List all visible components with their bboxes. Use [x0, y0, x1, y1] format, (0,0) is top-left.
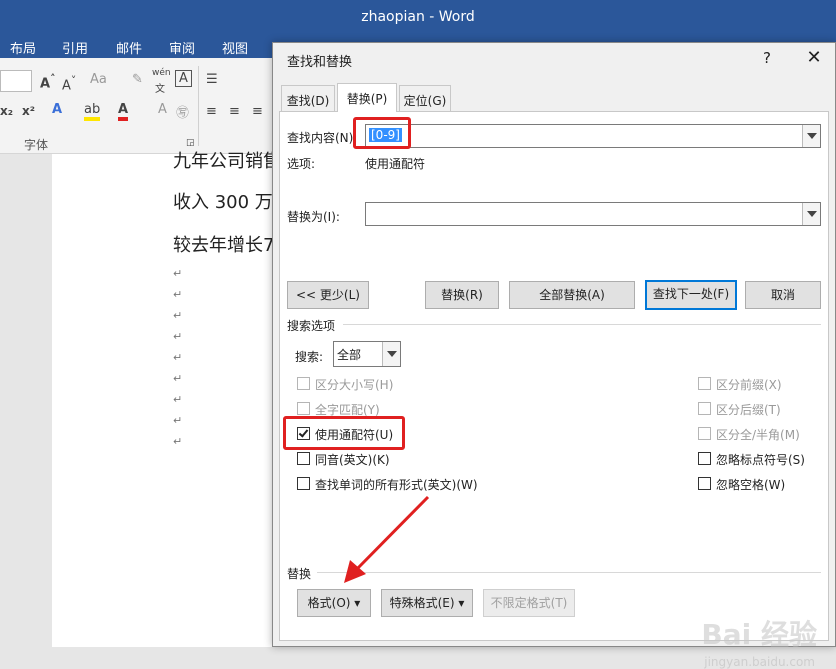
checkbox-box[interactable]: [297, 402, 310, 415]
align-right-icon[interactable]: ≡: [252, 104, 263, 119]
doc-line-2: 收入 300 万,: [173, 192, 279, 213]
paragraph-mark: ↵: [173, 330, 183, 343]
char-border-icon[interactable]: A: [175, 70, 192, 87]
checkbox-label: 区分后缀(T): [716, 403, 781, 417]
find-what-label: 查找内容(N):: [287, 131, 358, 145]
format-button[interactable]: 格式(O) ▾: [297, 589, 371, 617]
section-divider: [317, 572, 821, 573]
font-group-label: 字体: [24, 138, 49, 152]
shrink-font-icon[interactable]: A˅: [62, 74, 76, 93]
grow-font-icon[interactable]: A˄: [40, 72, 55, 91]
phonetic-guide-icon[interactable]: wén: [152, 68, 171, 78]
replace-button[interactable]: 替换(R): [425, 281, 499, 309]
ribbon-tab-layout[interactable]: 布局: [10, 38, 36, 57]
checkbox-label: 区分大小写(H): [315, 378, 394, 392]
paragraph-mark: ↵: [173, 267, 183, 280]
section-divider: [343, 324, 821, 325]
checkbox-box[interactable]: [297, 377, 310, 390]
text-effects-icon[interactable]: A: [52, 102, 62, 117]
ribbon-tab-view[interactable]: 视图: [222, 38, 248, 57]
checkbox-box[interactable]: [698, 402, 711, 415]
char-shading-icon[interactable]: A: [158, 102, 167, 117]
replace-section-label: 替换: [287, 567, 312, 581]
replace-all-button[interactable]: 全部替换(A): [509, 281, 635, 309]
paragraph-mark: ↵: [173, 393, 183, 406]
paragraph-mark: ↵: [173, 288, 183, 301]
checkbox-label: 区分前缀(X): [716, 378, 782, 392]
chevron-down-icon: [387, 351, 397, 357]
checkbox-box[interactable]: [698, 427, 711, 440]
annotation-highlight-box: [353, 117, 411, 149]
checkbox-label: 查找单词的所有形式(英文)(W): [315, 478, 478, 492]
checkbox-box[interactable]: [698, 452, 711, 465]
paragraph-mark: ↵: [173, 372, 183, 385]
superscript-icon[interactable]: x²: [22, 104, 35, 118]
search-options-label: 搜索选项: [287, 319, 336, 333]
highlight-icon[interactable]: ab: [84, 102, 101, 121]
options-label: 选项:: [287, 157, 316, 171]
doc-line-1: 九年公司销售: [173, 151, 281, 172]
ribbon-tab-references[interactable]: 引用: [62, 38, 88, 57]
checkbox-label: 忽略空格(W): [716, 478, 786, 492]
search-direction-value: 全部: [337, 348, 362, 362]
search-label: 搜索:: [295, 350, 324, 364]
font-color-icon[interactable]: A: [118, 102, 129, 121]
chevron-down-icon: [807, 133, 817, 139]
chevron-down-icon: [807, 211, 817, 217]
search-dropdown-button[interactable]: [382, 342, 400, 366]
paragraph-mark: ↵: [173, 309, 183, 322]
font-size-combo[interactable]: [0, 70, 32, 92]
ribbon-tab-review[interactable]: 审阅: [169, 38, 195, 57]
find-replace-dialog: 查找和替换 ? ✕ 查找(D) 替换(P) 定位(G) 查找内容(N): [0-…: [272, 42, 836, 669]
special-format-button[interactable]: 特殊格式(E) ▾: [381, 589, 473, 617]
ribbon-tab-mailings[interactable]: 邮件: [116, 38, 142, 57]
clear-format-icon[interactable]: ✎: [132, 72, 143, 87]
baidu-watermark-url: jingyan.baidu.com: [704, 655, 815, 669]
baidu-watermark: Bai 经验: [701, 618, 817, 651]
find-dropdown-button[interactable]: [802, 125, 820, 147]
title-bar: zhaopian - Word: [0, 0, 836, 34]
annotation-highlight-box: [283, 416, 405, 450]
doc-line-3: 较去年增长7: [173, 235, 275, 256]
dialog-title: 查找和替换: [287, 55, 353, 70]
change-case-icon[interactable]: Aa: [90, 72, 107, 87]
subscript-icon[interactable]: x₂: [0, 104, 13, 118]
less-button[interactable]: << 更少(L): [287, 281, 369, 309]
paragraph-mark: ↵: [173, 351, 183, 364]
tab-replace[interactable]: 替换(P): [337, 83, 397, 112]
window-title: zhaopian - Word: [361, 9, 475, 25]
checkbox-box[interactable]: [297, 452, 310, 465]
checkbox-box[interactable]: [297, 477, 310, 490]
align-left-icon[interactable]: ≡: [206, 104, 217, 119]
checkbox-box[interactable]: [698, 477, 711, 490]
close-icon[interactable]: ✕: [803, 47, 825, 68]
help-icon[interactable]: ?: [763, 49, 771, 67]
enclose-char-icon[interactable]: ㊢: [176, 102, 189, 121]
align-center-icon[interactable]: ≡: [229, 104, 240, 119]
options-value: 使用通配符: [365, 157, 426, 171]
find-next-button[interactable]: 查找下一处(F): [645, 280, 737, 310]
paragraph-mark: ↵: [173, 435, 183, 448]
no-formatting-button[interactable]: 不限定格式(T): [483, 589, 575, 617]
phonetic-guide-sub: 文: [155, 84, 165, 95]
paragraph-mark: ↵: [173, 414, 183, 427]
checkbox-box[interactable]: [698, 377, 711, 390]
bullets-icon[interactable]: ☰: [206, 72, 218, 87]
tab-goto[interactable]: 定位(G): [399, 85, 451, 111]
replace-with-combo[interactable]: [365, 202, 821, 226]
checkbox-label: 忽略标点符号(S): [716, 453, 805, 467]
replace-dropdown-button[interactable]: [802, 203, 820, 225]
ribbon-separator: [198, 66, 199, 146]
checkbox-label: 同音(英文)(K): [315, 453, 390, 467]
find-what-combo[interactable]: [0-9]: [365, 124, 821, 148]
cancel-button[interactable]: 取消: [745, 281, 821, 309]
replace-with-label: 替换为(I):: [287, 210, 340, 224]
tab-find[interactable]: 查找(D): [281, 85, 335, 111]
checkbox-label: 区分全/半角(M): [716, 428, 800, 442]
search-direction-select[interactable]: 全部: [333, 341, 401, 367]
